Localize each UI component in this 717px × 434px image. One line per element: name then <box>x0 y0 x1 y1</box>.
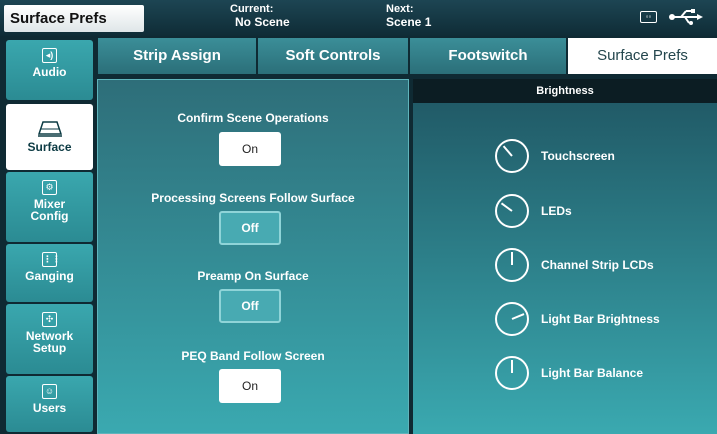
touchscreen-knob[interactable] <box>495 139 529 173</box>
knob-row: Touchscreen <box>495 138 615 174</box>
knob-row: Light Bar Balance <box>495 355 643 391</box>
leds-knob[interactable] <box>495 194 529 228</box>
sidebar-item-label: Mixer Config <box>30 197 69 223</box>
audio-icon: ◂) <box>42 48 57 63</box>
sidebar-item-label: Network Setup <box>25 329 74 355</box>
sidebar-item-ganging[interactable]: ⋮⋮ Ganging <box>6 244 93 302</box>
tab-bar: Strip Assign Soft Controls Footswitch Su… <box>96 37 717 75</box>
sidebar-item-label: Ganging <box>25 269 74 283</box>
sidebar-item-label: Users <box>32 401 67 415</box>
sidebar-item-surface[interactable]: Surface <box>6 104 93 170</box>
next-scene-value: Scene 1 <box>386 15 432 29</box>
tab-soft-controls[interactable]: Soft Controls <box>258 38 408 74</box>
current-scene: Current: No Scene <box>230 3 290 29</box>
knob-label: Light Bar Balance <box>541 366 644 380</box>
knob-label: Touchscreen <box>541 149 615 163</box>
knob-label: Channel Strip LCDs <box>541 258 654 272</box>
mixer-config-icon: ⚙ <box>42 180 57 195</box>
sidebar-item-network-setup[interactable]: ✣ Network Setup <box>6 304 93 374</box>
surface-options-panel: Confirm Scene Operations On Processing S… <box>97 79 409 434</box>
knob-row: LEDs <box>495 193 572 229</box>
sidebar-item-label: Audio <box>32 65 67 79</box>
confirm-scene-toggle[interactable]: On <box>219 132 281 166</box>
sidebar-item-audio[interactable]: ◂) Audio <box>6 40 93 100</box>
preamp-on-surface-toggle[interactable]: Off <box>219 289 281 323</box>
option-label-preamp-on-surface: Preamp On Surface <box>197 269 309 283</box>
light-bar-balance-knob[interactable] <box>495 356 529 390</box>
sidebar-item-label: Surface <box>27 140 72 154</box>
option-label-confirm-scene: Confirm Scene Operations <box>177 111 329 125</box>
tab-surface-prefs[interactable]: Surface Prefs <box>568 38 717 74</box>
channel-strip-lcds-knob[interactable] <box>495 248 529 282</box>
sidebar-item-users[interactable]: ☺ Users <box>6 376 93 432</box>
peq-band-toggle[interactable]: On <box>219 369 281 403</box>
knob-row: Channel Strip LCDs <box>495 247 654 283</box>
status-icons: ◦◦ <box>640 9 703 25</box>
knob-label: Light Bar Brightness <box>541 312 660 326</box>
usb-icon <box>669 9 703 25</box>
sidebar-item-mixer-config[interactable]: ⚙ Mixer Config <box>6 172 93 242</box>
meter-icon[interactable]: ◦◦ <box>640 11 657 23</box>
brightness-title: Brightness <box>413 79 717 103</box>
current-scene-value: No Scene <box>235 15 290 29</box>
option-label-peq-band: PEQ Band Follow Screen <box>181 349 325 363</box>
network-icon: ✣ <box>42 312 57 327</box>
surface-icon <box>37 121 62 137</box>
light-bar-brightness-knob[interactable] <box>495 302 529 336</box>
knob-label: LEDs <box>541 204 572 218</box>
users-icon: ☺ <box>42 384 57 399</box>
brightness-panel: Brightness Touchscreen LEDs Channel Stri… <box>413 79 717 434</box>
tab-strip-assign[interactable]: Strip Assign <box>98 38 256 74</box>
option-label-processing-screens: Processing Screens Follow Surface <box>151 191 355 205</box>
ganging-icon: ⋮⋮ <box>42 252 61 267</box>
tab-footswitch[interactable]: Footswitch <box>410 38 566 74</box>
knob-row: Light Bar Brightness <box>495 301 660 337</box>
sidebar: ◂) Audio Surface ⚙ Mixer Config ⋮⋮ Gangi… <box>0 36 96 434</box>
next-scene: Next: Scene 1 <box>386 3 431 29</box>
top-bar: Surface Prefs Current: No Scene Next: Sc… <box>0 0 717 36</box>
processing-screens-toggle[interactable]: Off <box>219 211 281 245</box>
page-title: Surface Prefs <box>4 5 144 32</box>
